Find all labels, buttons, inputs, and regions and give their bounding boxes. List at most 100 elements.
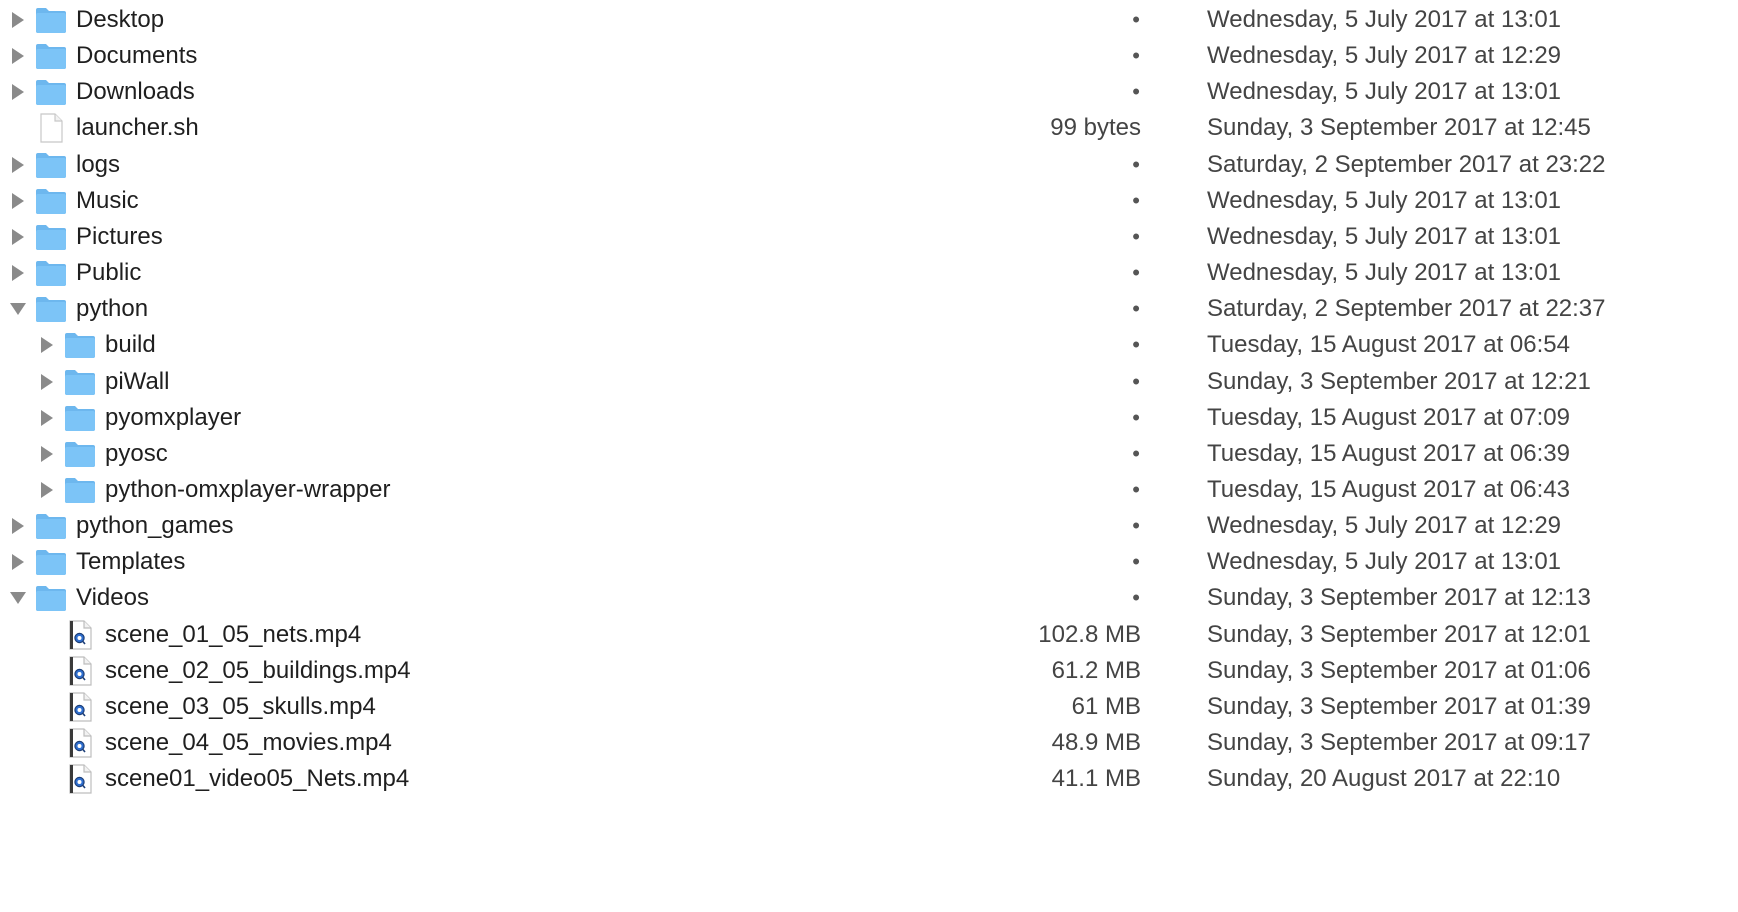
folder-row[interactable]: piWall • Sunday, 3 September 2017 at 12:21 — [0, 362, 1738, 402]
folder-icon — [35, 4, 67, 36]
folder-row[interactable]: Music • Wednesday, 5 July 2017 at 13:01 — [0, 181, 1738, 221]
item-size: • — [1132, 43, 1140, 69]
item-name: python-omxplayer-wrapper — [105, 475, 391, 503]
item-size: • — [1132, 151, 1140, 177]
folder-row[interactable]: Public • Wednesday, 5 July 2017 at 13:01 — [0, 253, 1738, 293]
folder-icon — [35, 546, 67, 578]
item-name: launcher.sh — [76, 114, 199, 142]
video-file-icon — [64, 619, 96, 651]
item-name: Videos — [76, 584, 149, 612]
item-name: Music — [76, 186, 139, 214]
item-date-modified: Sunday, 3 September 2017 at 12:21 — [1207, 367, 1591, 395]
file-row[interactable]: scene_02_05_buildings.mp4 61.2 MB Sunday, … — [0, 651, 1738, 691]
disclosure-triangle-collapsed-icon[interactable] — [8, 516, 28, 536]
item-size: • — [1132, 260, 1140, 286]
file-row[interactable]: scene_03_05_skulls.mp4 61 MB Sunday, 3 Sep… — [0, 687, 1738, 727]
disclosure-triangle-collapsed-icon[interactable] — [37, 444, 57, 464]
item-date-modified: Tuesday, 15 August 2017 at 06:43 — [1207, 475, 1570, 503]
disclosure-triangle-collapsed-icon[interactable] — [37, 372, 57, 392]
item-size: • — [1132, 476, 1140, 502]
item-date-modified: Sunday, 3 September 2017 at 12:45 — [1207, 114, 1591, 142]
disclosure-triangle-collapsed-icon[interactable] — [8, 82, 28, 102]
item-date-modified: Sunday, 20 August 2017 at 22:10 — [1207, 765, 1561, 793]
item-name: scene_04_05_movies.mp4 — [105, 729, 392, 756]
item-date-modified: Wednesday, 5 July 2017 at 13:01 — [1207, 548, 1562, 576]
item-name: Templates — [76, 548, 186, 576]
folder-row[interactable]: python • Saturday, 2 September 2017 at 22:… — [0, 289, 1738, 329]
item-name: Documents — [76, 42, 198, 70]
folder-row[interactable]: Templates • Wednesday, 5 July 2017 at 13:0… — [0, 542, 1738, 582]
disclosure-triangle-expanded-icon[interactable] — [8, 588, 28, 608]
item-date-modified: Wednesday, 5 July 2017 at 12:29 — [1207, 42, 1562, 70]
folder-icon — [35, 582, 67, 614]
video-file-icon — [64, 691, 96, 723]
item-name: Downloads — [76, 78, 195, 106]
folder-row[interactable]: Desktop • Wednesday, 5 July 2017 at 13:01 — [0, 0, 1738, 40]
folder-row[interactable]: Pictures • Wednesday, 5 July 2017 at 13:01 — [0, 217, 1738, 257]
folder-icon — [35, 149, 67, 181]
item-size: 41.1 MB — [1051, 765, 1141, 793]
disclosure-triangle-collapsed-icon[interactable] — [37, 335, 57, 355]
item-size: 61 MB — [1071, 692, 1141, 720]
item-date-modified: Sunday, 3 September 2017 at 12:01 — [1207, 620, 1591, 648]
item-date-modified: Saturday, 2 September 2017 at 23:22 — [1207, 150, 1606, 178]
item-size: • — [1132, 79, 1140, 105]
item-size: • — [1132, 549, 1140, 575]
item-date-modified: Sunday, 3 September 2017 at 12:13 — [1207, 584, 1591, 612]
file-row[interactable]: scene_04_05_movies.mp4 48.9 MB Sunday, 3 S… — [0, 723, 1738, 763]
disclosure-triangle-collapsed-icon[interactable] — [8, 552, 28, 572]
item-size: • — [1132, 7, 1140, 32]
folder-row[interactable]: python-omxplayer-wrapper • Tuesday, 15 Aug… — [0, 470, 1738, 510]
folder-icon — [35, 510, 67, 542]
item-date-modified: Wednesday, 5 July 2017 at 13:01 — [1207, 6, 1562, 33]
disclosure-triangle-collapsed-icon[interactable] — [8, 46, 28, 66]
item-date-modified: Sunday, 3 September 2017 at 01:06 — [1207, 656, 1591, 684]
folder-icon — [64, 402, 96, 434]
folder-row[interactable]: python_games • Wednesday, 5 July 2017 at 1… — [0, 506, 1738, 546]
item-size: 48.9 MB — [1051, 729, 1141, 756]
item-size: 99 bytes — [1050, 114, 1141, 142]
folder-row[interactable]: pyomxplayer • Tuesday, 15 August 2017 at 0… — [0, 398, 1738, 438]
item-name: pyomxplayer — [105, 403, 242, 431]
item-size: • — [1132, 296, 1140, 322]
file-list: Desktop • Wednesday, 5 July 2017 at 13:01 D… — [0, 0, 1738, 912]
item-date-modified: Sunday, 3 September 2017 at 09:17 — [1207, 729, 1591, 756]
file-row[interactable]: launcher.sh 99 bytes Sunday, 3 September 2… — [0, 108, 1738, 148]
item-date-modified: Tuesday, 15 August 2017 at 07:09 — [1207, 403, 1570, 431]
item-size: • — [1132, 223, 1140, 249]
item-name: python — [76, 295, 149, 323]
item-size: • — [1132, 404, 1140, 430]
item-size: • — [1132, 440, 1140, 466]
disclosure-triangle-collapsed-icon[interactable] — [37, 480, 57, 500]
disclosure-triangle-expanded-icon[interactable] — [8, 299, 28, 319]
document-file-icon — [35, 112, 67, 144]
folder-icon — [64, 329, 96, 361]
disclosure-triangle-collapsed-icon[interactable] — [8, 263, 28, 283]
item-name: python_games — [76, 512, 234, 540]
folder-row[interactable]: Downloads • Wednesday, 5 July 2017 at 13:0… — [0, 72, 1738, 112]
folder-row[interactable]: Documents • Wednesday, 5 July 2017 at 12:2… — [0, 36, 1738, 76]
disclosure-triangle-collapsed-icon[interactable] — [8, 191, 28, 211]
video-file-icon — [64, 763, 96, 795]
folder-icon — [64, 438, 96, 470]
item-date-modified: Wednesday, 5 July 2017 at 12:29 — [1207, 512, 1562, 540]
video-file-icon — [64, 727, 96, 759]
item-name: pyosc — [105, 439, 168, 467]
folder-icon — [64, 366, 96, 398]
disclosure-triangle-collapsed-icon[interactable] — [37, 408, 57, 428]
video-file-icon — [64, 655, 96, 687]
item-size: • — [1132, 585, 1140, 611]
disclosure-triangle-collapsed-icon[interactable] — [8, 227, 28, 247]
folder-row[interactable]: pyosc • Tuesday, 15 August 2017 at 06:39 — [0, 434, 1738, 474]
folder-icon — [35, 293, 67, 325]
file-row[interactable]: scene01_video05_Nets.mp4 41.1 MB Sunday, 2… — [0, 759, 1738, 799]
item-date-modified: Wednesday, 5 July 2017 at 13:01 — [1207, 78, 1562, 106]
folder-row[interactable]: Videos • Sunday, 3 September 2017 at 12:13 — [0, 578, 1738, 618]
item-name: scene_01_05_nets.mp4 — [105, 620, 362, 648]
folder-row[interactable]: build • Tuesday, 15 August 2017 at 06:54 — [0, 325, 1738, 365]
file-row[interactable]: scene_01_05_nets.mp4 102.8 MB Sunday, 3 Se… — [0, 615, 1738, 655]
disclosure-triangle-collapsed-icon[interactable] — [8, 10, 28, 30]
disclosure-triangle-collapsed-icon[interactable] — [8, 155, 28, 175]
folder-row[interactable]: logs • Saturday, 2 September 2017 at 23:22 — [0, 145, 1738, 185]
item-size: 102.8 MB — [1038, 620, 1141, 648]
